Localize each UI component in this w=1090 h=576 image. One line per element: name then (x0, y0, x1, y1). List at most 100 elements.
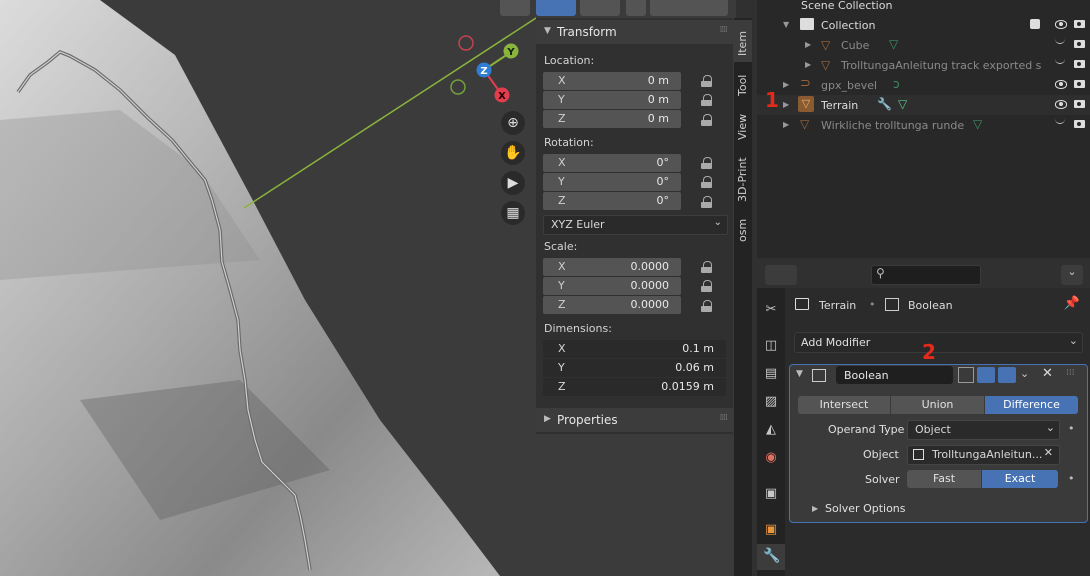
pin-icon[interactable]: 📌 (1064, 296, 1080, 311)
lock-icon[interactable] (701, 280, 715, 292)
view-layer-icon[interactable]: ▨ (763, 394, 779, 410)
outliner-item-cube[interactable]: ▶ ▽ Cube ▽ (757, 35, 1090, 55)
outliner-item-track[interactable]: ▶ ▽ TrolltungaAnleitung track exported s (757, 55, 1090, 75)
add-modifier-dropdown[interactable]: Add Modifier ⌄ (794, 332, 1083, 353)
tab-item[interactable]: Item (734, 20, 752, 62)
object-field[interactable]: TrolltungaAnleitun... ✕ (907, 445, 1060, 465)
render-icon[interactable]: ◫ (763, 338, 779, 354)
options-chevron-button[interactable]: ⌄ (1061, 265, 1083, 285)
camera-icon[interactable] (1074, 60, 1085, 68)
grid-icon[interactable]: ▦ (501, 201, 525, 225)
chevron-down-icon[interactable]: ⌄ (1020, 367, 1029, 380)
tool-icon[interactable]: ✂ (763, 302, 779, 318)
hidden-eye-icon[interactable] (1055, 118, 1065, 124)
union-button[interactable]: Union (891, 396, 984, 414)
outliner-item-wirkliche[interactable]: ▶ ▽ Wirkliche trolltunga runde ▽ (757, 115, 1090, 135)
scene-icon[interactable]: ◭ (763, 422, 779, 438)
xray-toggle-button[interactable] (626, 0, 646, 16)
rotation-z-field[interactable]: Z 0° (543, 192, 681, 210)
eye-icon[interactable] (1055, 20, 1067, 29)
outliner-item-terrain[interactable]: ▶ ▽ Terrain 🔧 ▽ (757, 95, 1090, 115)
camera-icon[interactable]: ▶ (501, 171, 525, 195)
hand-pan-icon[interactable]: ✋ (501, 141, 525, 165)
camera-icon[interactable] (1074, 120, 1085, 128)
location-z-field[interactable]: Z 0 m (543, 110, 681, 128)
solver-options-label[interactable]: Solver Options (825, 502, 906, 515)
drag-grip-icon[interactable]: ⁞⁞⁞⁞ (720, 25, 729, 35)
viewport-display-icon[interactable] (977, 367, 995, 383)
location-x-field[interactable]: X 0 m (543, 72, 681, 90)
expand-triangle-icon[interactable]: ▼ (783, 20, 789, 29)
tab-view[interactable]: View (734, 108, 752, 144)
render-camera-icon[interactable] (998, 367, 1016, 383)
keyframe-dot-icon[interactable]: • (1068, 422, 1075, 435)
output-icon[interactable]: ▤ (763, 366, 779, 382)
lock-icon[interactable] (701, 300, 715, 312)
dimensions-x-field[interactable]: X 0.1 m (543, 340, 726, 358)
fast-solver-button[interactable]: Fast (907, 470, 981, 488)
overlay-toggle-button[interactable] (580, 0, 620, 16)
camera-icon[interactable] (1074, 40, 1085, 48)
collapsed-triangle-icon[interactable]: ▶ (783, 120, 789, 129)
editor-type-button[interactable] (765, 265, 797, 285)
world-icon[interactable]: ◉ (763, 450, 779, 466)
shading-mode-buttons[interactable] (650, 0, 728, 16)
operand-type-select[interactable]: Object ⌄ (907, 420, 1060, 440)
dimensions-y-field[interactable]: Y 0.06 m (543, 359, 726, 377)
modifier-name-field[interactable]: Boolean (836, 366, 953, 384)
lock-icon[interactable] (701, 157, 715, 169)
tab-osm[interactable]: osm (734, 214, 752, 246)
camera-icon[interactable] (1074, 20, 1085, 28)
camera-icon[interactable] (1074, 100, 1085, 108)
rotation-mode-select[interactable]: XYZ Euler ⌄ (543, 215, 728, 235)
collection-row[interactable]: ▼ Collection (757, 15, 1090, 35)
collapsed-triangle-icon[interactable]: ▶ (783, 80, 789, 89)
rotation-y-field[interactable]: Y 0° (543, 173, 681, 191)
tab-tool[interactable]: Tool (734, 66, 752, 102)
close-icon[interactable]: ✕ (1042, 366, 1053, 381)
exact-solver-button[interactable]: Exact (982, 470, 1058, 488)
dimensions-z-field[interactable]: Z 0.0159 m (543, 378, 726, 396)
expand-triangle-icon[interactable]: ▼ (796, 369, 803, 379)
lock-icon[interactable] (701, 261, 715, 273)
object-icon[interactable]: ▣ (763, 522, 779, 538)
drag-grip-icon[interactable]: ⁞⁞⁞ (1066, 368, 1075, 378)
scale-y-field[interactable]: Y 0.0000 (543, 277, 681, 295)
drag-grip-icon[interactable]: ⁞⁞⁞⁞ (720, 413, 729, 423)
search-input[interactable]: ⚲ (871, 265, 981, 285)
collapsed-triangle-icon[interactable]: ▶ (805, 40, 811, 49)
clear-icon[interactable]: ✕ (1044, 446, 1053, 459)
transform-panel-header[interactable]: ▼ Transform ⁞⁞⁞⁞ (536, 20, 733, 44)
intersect-button[interactable]: Intersect (798, 396, 890, 414)
properties-panel-header[interactable]: ▶ Properties ⁞⁞⁞⁞ (536, 408, 733, 432)
hidden-eye-icon[interactable] (1055, 38, 1065, 44)
lock-icon[interactable] (701, 75, 715, 87)
zoom-icon[interactable]: ⊕ (501, 111, 525, 135)
collapsed-triangle-icon[interactable]: ▶ (783, 100, 789, 109)
outliner-item-gpx-bevel[interactable]: ▶ ⊃ gpx_bevel ↄ (757, 75, 1090, 95)
collection-icon[interactable]: ▣ (763, 486, 779, 502)
view-object-types-button[interactable] (500, 0, 530, 16)
keyframe-dot-icon[interactable]: • (1068, 472, 1075, 485)
eye-icon[interactable] (1055, 80, 1067, 89)
checkbox-icon[interactable] (1030, 19, 1040, 29)
lock-icon[interactable] (701, 114, 715, 126)
hidden-eye-icon[interactable] (1055, 58, 1065, 64)
collapsed-triangle-icon[interactable]: ▶ (805, 60, 811, 69)
difference-button[interactable]: Difference (985, 396, 1078, 414)
tab-3d-print[interactable]: 3D-Print (734, 154, 752, 206)
lock-icon[interactable] (701, 176, 715, 188)
camera-icon[interactable] (1074, 80, 1085, 88)
rotation-x-field[interactable]: X 0° (543, 154, 681, 172)
scale-z-field[interactable]: Z 0.0000 (543, 296, 681, 314)
eye-icon[interactable] (1055, 100, 1067, 109)
scene-collection-row[interactable]: Scene Collection (757, 0, 1090, 15)
scale-x-field[interactable]: X 0.0000 (543, 258, 681, 276)
location-y-field[interactable]: Y 0 m (543, 91, 681, 109)
collapsed-triangle-icon[interactable]: ▶ (812, 504, 818, 513)
wrench-icon[interactable]: 🔧 (877, 97, 892, 111)
modifier-tab-active[interactable]: 🔧 (757, 544, 785, 570)
lock-icon[interactable] (701, 94, 715, 106)
gizmo-toggle-button[interactable] (536, 0, 576, 16)
lock-icon[interactable] (701, 196, 715, 208)
